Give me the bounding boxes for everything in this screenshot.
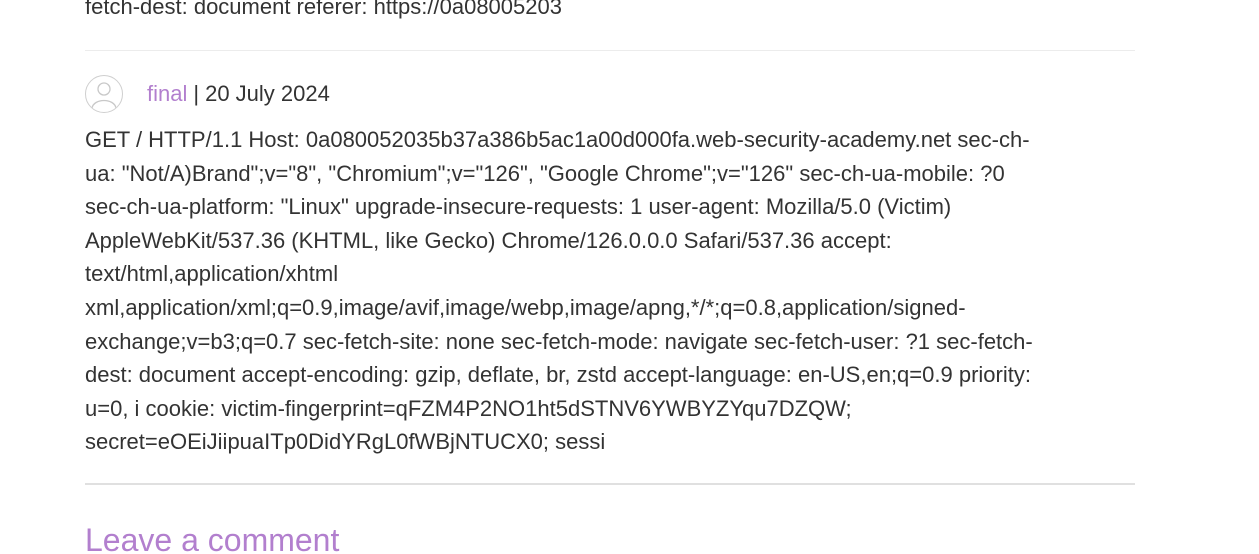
comment-line: AppleWebKit/537.36 (KHTML, like Gecko) C… — [85, 227, 892, 253]
avatar-icon — [85, 75, 123, 113]
comment-line: dest: document accept-encoding: gzip, de… — [85, 362, 1031, 388]
comment-author-link[interactable]: final — [147, 81, 187, 107]
previous-comment-text: fetch-dest: document referer: https://0a… — [85, 0, 562, 19]
comment-line: text/html,application/xhtml — [85, 261, 339, 287]
comment-divider — [85, 50, 1135, 51]
comment-line: secret=eOEiJiipuaITp0DidYRgL0fWBjNTUCX0;… — [85, 429, 606, 455]
comment-date: 20 July 2024 — [205, 81, 330, 106]
comment-line: sec-ch-ua-platform: "Linux" upgrade-inse… — [85, 194, 952, 220]
comment-line: exchange;v=b3;q=0.7 sec-fetch-site: none… — [85, 328, 1033, 354]
comment-line: xml,application/xml;q=0.9,image/avif,ima… — [85, 294, 966, 320]
author-date-separator: | — [193, 81, 200, 106]
comment-line: ua: "Not/A)Brand";v="8", "Chromium";v="1… — [85, 160, 1005, 186]
comment-line: u=0, i cookie: victim-fingerprint=qFZM4P… — [85, 395, 852, 421]
blog-comments-section: fetch-dest: document referer: https://0a… — [0, 0, 1259, 554]
section-divider — [85, 483, 1135, 485]
comment-header: final | 20 July 2024 — [85, 74, 330, 114]
comment-body: GET / HTTP/1.1 Host: 0a080052035b37a386b… — [85, 123, 1135, 459]
leave-comment-heading: Leave a comment — [85, 522, 340, 554]
comment-line: GET / HTTP/1.1 Host: 0a080052035b37a386b… — [85, 127, 1030, 152]
